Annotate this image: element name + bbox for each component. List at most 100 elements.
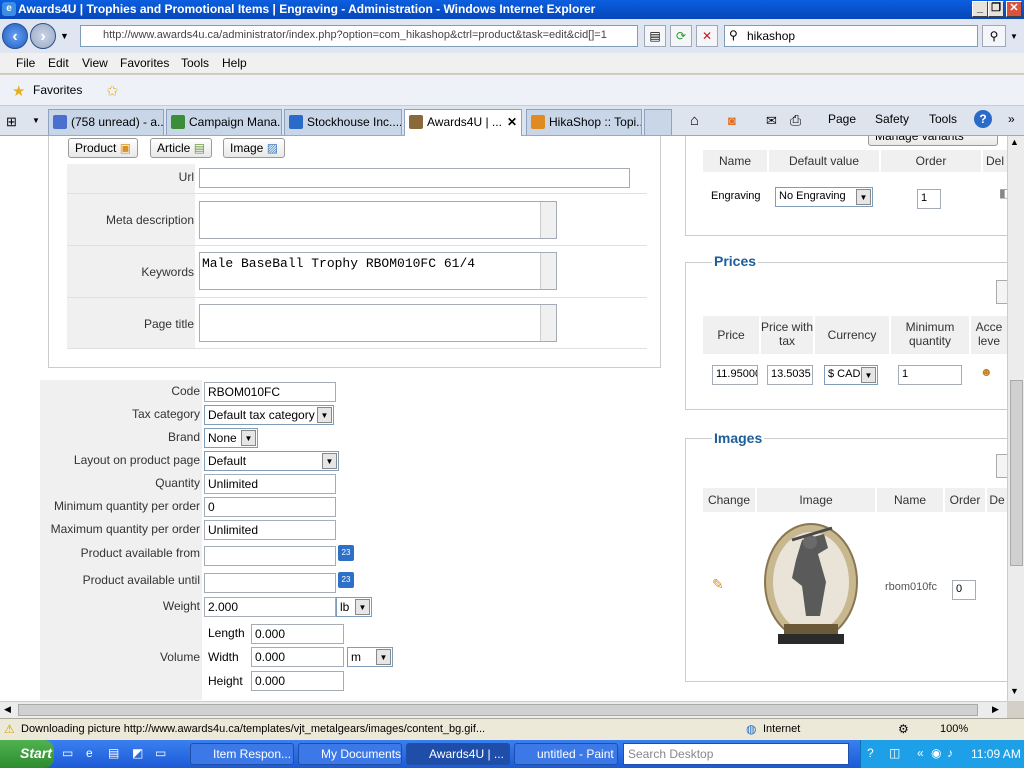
- vertical-scroll-thumb[interactable]: [1010, 380, 1023, 566]
- page-menu[interactable]: Page: [828, 112, 856, 126]
- insert-article-button[interactable]: Article ▤: [150, 138, 213, 158]
- restore-button[interactable]: ❐: [988, 1, 1004, 17]
- tab-campaign[interactable]: Campaign Mana...: [166, 109, 282, 135]
- textarea-scrollbar[interactable]: [540, 305, 556, 341]
- taskbar-awards4u[interactable]: Awards4U | ...: [406, 743, 510, 765]
- available-until-field[interactable]: [204, 573, 336, 593]
- ie-quicklaunch-icon[interactable]: e: [86, 746, 93, 760]
- edit-image-icon[interactable]: ✎: [712, 576, 724, 593]
- menu-edit[interactable]: Edit: [48, 56, 69, 70]
- volume-icon[interactable]: ♪: [947, 746, 953, 760]
- image-order-field[interactable]: 0: [952, 580, 976, 600]
- new-tab-button[interactable]: [644, 109, 672, 135]
- tray-expand-icon[interactable]: «: [917, 746, 924, 760]
- quantity-field[interactable]: Unlimited: [204, 474, 336, 494]
- textarea-scrollbar[interactable]: [540, 253, 556, 289]
- scroll-down-icon[interactable]: ▼: [1010, 686, 1019, 696]
- tray-app-icon[interactable]: ◉: [931, 746, 941, 760]
- url-input[interactable]: http://www.awards4u.ca/administrator/ind…: [80, 25, 638, 47]
- insert-image-button[interactable]: Image ▨: [223, 138, 286, 158]
- refresh-icon[interactable]: ⟳: [670, 25, 692, 47]
- keywords-textarea[interactable]: Male BaseBall Trophy RBOM010FC 61/4: [199, 252, 557, 290]
- access-users-icon[interactable]: ☻: [980, 365, 993, 379]
- menu-file[interactable]: File: [16, 56, 35, 70]
- close-window-button[interactable]: ✕: [1006, 1, 1022, 17]
- scroll-up-icon[interactable]: ▲: [1010, 137, 1019, 147]
- tab-awards4u[interactable]: Awards4U | ... ✕: [404, 109, 522, 136]
- close-tab-icon[interactable]: ✕: [507, 115, 517, 129]
- length-field[interactable]: 0.000: [251, 624, 344, 644]
- taskbar-item-response[interactable]: Item Respon...: [190, 743, 294, 765]
- menu-tools[interactable]: Tools: [181, 56, 209, 70]
- read-mail-icon[interactable]: ✉: [766, 113, 777, 129]
- favorites-button[interactable]: Favorites: [33, 83, 82, 97]
- scroll-left-icon[interactable]: ◀: [4, 704, 11, 715]
- print-icon[interactable]: ⎙: [790, 112, 801, 129]
- price-min-qty-field[interactable]: 1: [898, 365, 962, 385]
- start-button[interactable]: Start: [0, 740, 54, 768]
- quick-tabs-icon[interactable]: ⊞: [6, 114, 17, 130]
- currency-select[interactable]: $ CAD ▼: [824, 365, 878, 385]
- meta-description-textarea[interactable]: [199, 201, 557, 239]
- price-field[interactable]: 11.95000: [712, 365, 758, 385]
- delete-icon[interactable]: ◧: [999, 186, 1007, 200]
- menu-favorites[interactable]: Favorites: [120, 56, 169, 70]
- brand-select[interactable]: None ▼: [204, 428, 258, 448]
- clock[interactable]: 11:09 AM: [971, 747, 1021, 761]
- menu-view[interactable]: View: [82, 56, 108, 70]
- safety-menu[interactable]: Safety: [875, 112, 909, 126]
- add-price-icon[interactable]: [996, 280, 1007, 304]
- char-order-field[interactable]: 1: [917, 189, 941, 209]
- chevron-more-icon[interactable]: »: [1008, 112, 1015, 126]
- add-image-icon[interactable]: [996, 454, 1007, 478]
- page-title-textarea[interactable]: [199, 304, 557, 342]
- manage-variants-button[interactable]: Manage variants: [868, 136, 998, 146]
- width-field[interactable]: 0.000: [251, 647, 344, 667]
- insert-product-button[interactable]: Product ▣: [68, 138, 139, 158]
- back-button[interactable]: ‹: [2, 23, 28, 49]
- tab-list-icon[interactable]: ▼: [32, 116, 40, 125]
- network-icon[interactable]: ◫: [889, 746, 900, 760]
- horizontal-scroll-thumb[interactable]: [18, 704, 978, 716]
- char-default-select[interactable]: No Engraving ▼: [775, 187, 873, 207]
- minimize-button[interactable]: _: [972, 1, 988, 17]
- taskbar-my-documents[interactable]: My Documents: [298, 743, 402, 765]
- max-quantity-field[interactable]: Unlimited: [204, 520, 336, 540]
- weight-field[interactable]: 2.000: [204, 597, 336, 617]
- explorer-quicklaunch-icon[interactable]: ▤: [108, 746, 119, 760]
- tab-mail[interactable]: (758 unread) - a...: [48, 109, 164, 135]
- min-quantity-field[interactable]: 0: [204, 497, 336, 517]
- volume-unit-select[interactable]: m ▼: [347, 647, 393, 667]
- search-go-icon[interactable]: ⚲: [982, 25, 1006, 47]
- menu-help[interactable]: Help: [222, 56, 247, 70]
- desktop-search-input[interactable]: Search Desktop: [623, 743, 849, 765]
- history-dropdown-icon[interactable]: ▼: [60, 31, 69, 41]
- weight-unit-select[interactable]: lb ▼: [336, 597, 372, 617]
- price-with-tax-field[interactable]: 13.5035: [767, 365, 813, 385]
- code-field[interactable]: RBOM010FC: [204, 382, 336, 402]
- layout-select[interactable]: Default ▼: [204, 451, 339, 471]
- url-field[interactable]: [199, 168, 630, 188]
- tax-category-select[interactable]: Default tax category ▼: [204, 405, 334, 425]
- add-favorite-icon[interactable]: ✩: [106, 82, 119, 100]
- available-from-field[interactable]: [204, 546, 336, 566]
- tab-stockhouse[interactable]: Stockhouse Inc....: [284, 109, 402, 135]
- vertical-scrollbar[interactable]: ▲ ▼: [1007, 136, 1024, 701]
- feeds-icon[interactable]: ◙: [728, 113, 736, 128]
- home-icon[interactable]: ⌂: [690, 112, 699, 129]
- search-input[interactable]: hikashop: [724, 25, 978, 47]
- folder-quicklaunch-icon[interactable]: ▭: [155, 746, 166, 760]
- taskbar-paint[interactable]: untitled - Paint: [514, 743, 618, 765]
- scroll-right-icon[interactable]: ▶: [992, 704, 999, 715]
- protected-mode-icon[interactable]: ⚙: [898, 722, 909, 736]
- outlook-quicklaunch-icon[interactable]: ◩: [132, 746, 143, 760]
- calendar-icon[interactable]: 23: [338, 572, 354, 588]
- stop-icon[interactable]: ✕: [696, 25, 718, 47]
- compatibility-icon[interactable]: ▤: [644, 25, 666, 47]
- forward-button[interactable]: ›: [30, 23, 56, 49]
- help-icon[interactable]: ?: [974, 110, 992, 128]
- trophy-image[interactable]: [762, 520, 860, 648]
- tab-hikashop[interactable]: HikaShop :: Topi...: [526, 109, 642, 135]
- quick-launch-icon[interactable]: ▭: [62, 746, 73, 760]
- height-field[interactable]: 0.000: [251, 671, 344, 691]
